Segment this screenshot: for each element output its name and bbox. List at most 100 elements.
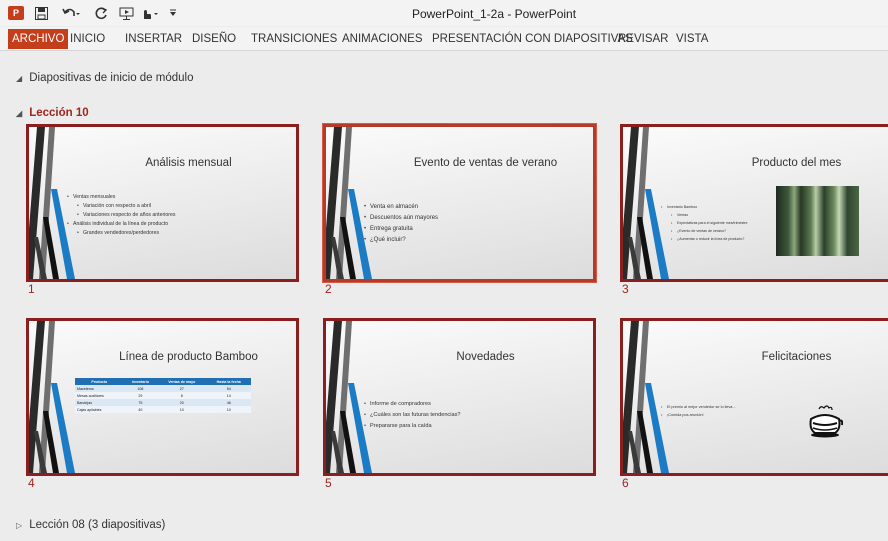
tab-archivo[interactable]: ARCHIVO [8,29,69,49]
bullet-item: Inventario Bamboo [661,203,760,211]
slide-number: 5 [325,476,332,490]
diagonal-stripes-decoration [326,321,372,473]
expand-triangle-icon[interactable]: ▷ [16,521,26,530]
bullet-item: Ventas mensuales [67,193,288,202]
section-label: Lección 10 [29,107,89,119]
table-header-cell: Hasta la fecha [206,378,251,385]
slide-number: 1 [28,282,35,296]
ribbon-tabs: ARCHIVO INICIO INSERTAR DISEÑO TRANSICIO… [0,27,888,51]
table-row: Cajas apilables 40 10 10 [75,406,251,413]
bullet-item: Variación con respecto a abril [67,202,288,211]
section-header-lesson-08[interactable]: ▷ Lección 08 (3 diapositivas) [16,519,165,531]
table-cell: 10 [157,406,207,413]
bullet-item: Grandes vendedores/perdedores [67,229,288,238]
table-header-row: Producto Inventario Ventas de mayo Hasta… [75,378,251,385]
bullet-item: Venta en almacén [364,202,585,213]
diagonal-stripes-decoration [623,321,669,473]
bullet-item: ¿Aumentar o reducir la línea de producto… [661,235,760,243]
slide-canvas[interactable]: Evento de ventas de verano Venta en alma… [323,124,596,282]
slide-title: Novedades [456,351,515,363]
slide-thumbnail-1[interactable]: Análisis mensual Ventas mensuales Variac… [26,124,301,296]
table-cell: 10 [206,406,251,413]
table-row: Maceteros 108 27 54 [75,385,251,392]
product-table: Producto Inventario Ventas de mayo Hasta… [75,378,251,413]
table-cell: 40 [123,406,158,413]
table-cell: Cajas apilables [75,406,124,413]
table-cell: 27 [157,385,207,392]
bullet-item: ¿Evento de ventas de verano? [661,227,760,235]
slide-number: 3 [622,282,629,296]
tab-inicio[interactable]: INICIO [66,29,109,49]
bullet-item: Entrega gratuita [364,224,585,235]
table-cell: 29 [123,392,158,399]
table-cell: 14 [206,392,251,399]
slide-thumbnail-3[interactable]: Producto del mes Inventario Bamboo Venta… [620,124,888,296]
slide-canvas[interactable]: Análisis mensual Ventas mensuales Variac… [26,124,299,282]
slide-title: Producto del mes [751,157,842,169]
slide-number: 6 [622,476,629,490]
bullet-item: ¿Qué incluir? [364,235,585,246]
slide-number: 2 [325,282,332,296]
bullet-item: El premio al mejor vendedor se lo lleva.… [661,403,790,411]
bullet-item: Variaciones respecto de años anteriores [67,211,288,220]
table-cell: Bandejas [75,399,124,406]
table-cell: 46 [206,399,251,406]
table-cell: 75 [123,399,158,406]
tab-insertar[interactable]: INSERTAR [121,29,186,49]
teapot-clipart [809,405,843,438]
bullet-item: Análisis individual de la línea de produ… [67,220,288,229]
slide-bullets: Venta en almacén Descuentos aún mayores … [364,202,585,246]
table-cell: Maceteros [75,385,124,392]
slide-number: 4 [28,476,35,490]
bullet-item: Expectativas para el siguiente mes/trime… [661,219,760,227]
section-header-lesson-10[interactable]: ◢ Lección 10 [16,107,89,119]
tab-diseno[interactable]: DISEÑO [188,29,240,49]
table-header-cell: Producto [75,378,124,385]
collapse-triangle-icon[interactable]: ◢ [16,74,26,83]
section-label: Lección 08 (3 diapositivas) [29,519,166,531]
slide-title: Línea de producto Bamboo [119,351,258,363]
bullet-item: Informe de compradores [364,399,585,410]
table-row: Mesas auxiliares 29 8 14 [75,392,251,399]
slide-bullets: El premio al mejor vendedor se lo lleva.… [661,403,790,419]
bullet-item: Prepararse para la caída [364,421,585,432]
slide-thumbnail-2[interactable]: Evento de ventas de verano Venta en alma… [323,124,598,296]
slide-title: Evento de ventas de verano [413,157,558,169]
section-label: Diapositivas de inicio de módulo [29,72,194,84]
slide-canvas[interactable]: Novedades Informe de compradores ¿Cuáles… [323,318,596,476]
slide-thumbnail-6[interactable]: Felicitaciones El premio al mejor vended… [620,318,888,490]
table-row: Bandejas 75 20 46 [75,399,251,406]
bullet-item: ¿Cuáles son las futuras tendencias? [364,410,585,421]
slide-canvas[interactable]: Línea de producto Bamboo Producto Invent… [26,318,299,476]
slide-bullets: Inventario Bamboo Ventas Expectativas pa… [661,203,760,243]
tab-presentacion[interactable]: PRESENTACIÓN CON DIAPOSITIVAS [428,29,637,49]
bullet-item: ¡Comida pos-reunión! [661,411,790,419]
diagonal-stripes-decoration [29,321,75,473]
table-header-cell: Inventario [123,378,158,385]
slide-title: Análisis mensual [145,157,232,169]
powerpoint-window: P PowerPoint_1-2a - PowerPoint ARCHIVO I… [0,0,888,541]
table-cell: Mesas auxiliares [75,392,124,399]
bullet-item: Descuentos aún mayores [364,213,585,224]
table-cell: 8 [157,392,207,399]
tab-revisar[interactable]: REVISAR [614,29,673,49]
window-title: PowerPoint_1-2a - PowerPoint [411,7,577,21]
slide-bullets: Ventas mensuales Variación con respecto … [67,193,288,238]
section-header-intro[interactable]: ◢ Diapositivas de inicio de módulo [16,72,194,84]
slide-canvas[interactable]: Producto del mes Inventario Bamboo Venta… [620,124,888,282]
slide-thumbnail-4[interactable]: Línea de producto Bamboo Producto Invent… [26,318,301,490]
slide-title: Felicitaciones [761,351,832,363]
slide-thumbnail-5[interactable]: Novedades Informe de compradores ¿Cuáles… [323,318,598,490]
table-header-cell: Ventas de mayo [157,378,207,385]
table-cell: 20 [157,399,207,406]
tab-animaciones[interactable]: ANIMACIONES [338,29,427,49]
slide-canvas[interactable]: Felicitaciones El premio al mejor vended… [620,318,888,476]
collapse-triangle-icon[interactable]: ◢ [16,109,26,118]
bamboo-photo [776,186,859,256]
tab-vista[interactable]: VISTA [672,29,712,49]
table-cell: 108 [123,385,158,392]
title-bar: P PowerPoint_1-2a - PowerPoint [0,0,888,26]
tab-transiciones[interactable]: TRANSICIONES [247,29,341,49]
table-cell: 54 [206,385,251,392]
bullet-item: Ventas [661,211,760,219]
